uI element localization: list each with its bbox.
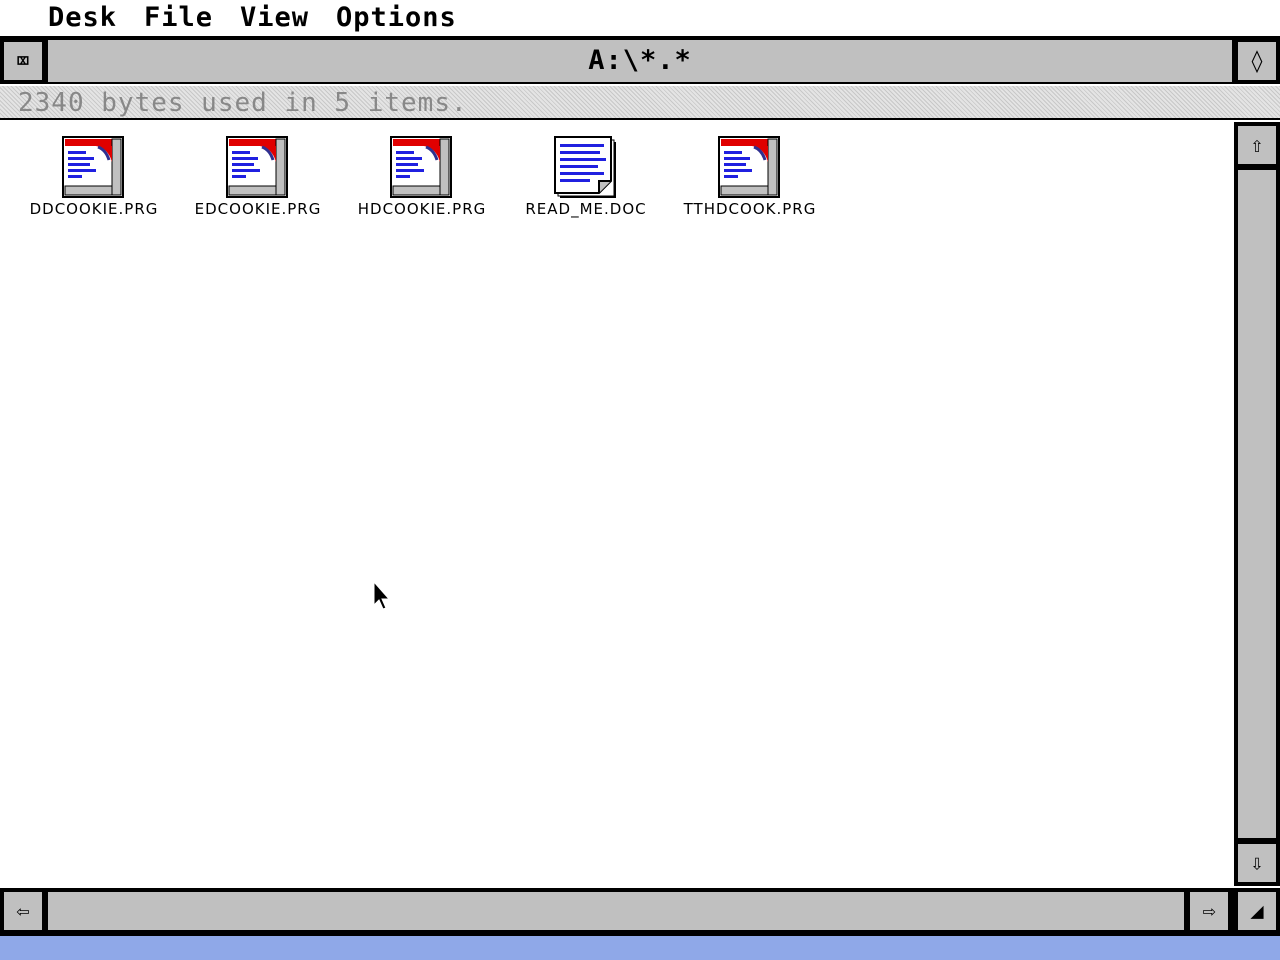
- file-label: EDCOOKIE.PRG: [194, 200, 322, 218]
- horizontal-scrollbar[interactable]: ⇦ ⇨ ◢: [0, 888, 1280, 934]
- fuller-icon: ◊: [1250, 48, 1264, 74]
- file-label: TTHDCOOK.PRG: [683, 200, 817, 218]
- file-label: READ_ME.DOC: [525, 200, 647, 218]
- file-icon-edcookie[interactable]: EDCOOKIE.PRG: [178, 136, 338, 222]
- file-icon-read-me[interactable]: READ_ME.DOC: [506, 136, 666, 222]
- directory-window: ⌧ A:\*.* ◊ 2340 bytes used in 5 items. D…: [0, 38, 1280, 936]
- resize-icon: ◢: [1250, 898, 1264, 924]
- mouse-pointer-icon: [373, 581, 391, 610]
- program-icon: [226, 136, 288, 198]
- menu-file[interactable]: File: [144, 0, 213, 36]
- close-box[interactable]: ⌧: [2, 40, 44, 82]
- program-icon: [62, 136, 124, 198]
- full-box[interactable]: ◊: [1236, 40, 1278, 82]
- file-icon-hdcookie[interactable]: HDCOOKIE.PRG: [342, 136, 502, 222]
- window-title[interactable]: A:\*.*: [48, 40, 1232, 82]
- arrow-left-icon: ⇦: [16, 898, 30, 924]
- title-bar[interactable]: ⌧ A:\*.* ◊: [0, 38, 1280, 84]
- file-icon-ddcookie[interactable]: DDCOOKIE.PRG: [14, 136, 174, 222]
- arrow-right-icon: ⇨: [1202, 898, 1216, 924]
- arrow-up-icon: ⇧: [1250, 132, 1264, 158]
- program-icon: [390, 136, 452, 198]
- scroll-right-button[interactable]: ⇨: [1188, 890, 1230, 932]
- size-box[interactable]: ◢: [1236, 890, 1278, 932]
- menu-options[interactable]: Options: [336, 0, 457, 36]
- vertical-scroll-track[interactable]: [1236, 168, 1278, 840]
- file-area[interactable]: DDCOOKIE.PRG EDCOOKIE.PRG HDCOOKIE.PRG R…: [2, 122, 1232, 886]
- arrow-down-icon: ⇩: [1250, 850, 1264, 876]
- info-line: 2340 bytes used in 5 items.: [0, 86, 1280, 120]
- menu-desk[interactable]: Desk: [48, 0, 117, 36]
- scroll-up-button[interactable]: ⇧: [1236, 124, 1278, 166]
- scroll-down-button[interactable]: ⇩: [1236, 842, 1278, 884]
- scroll-left-button[interactable]: ⇦: [2, 890, 44, 932]
- menu-view[interactable]: View: [240, 0, 309, 36]
- document-icon: [554, 136, 616, 198]
- horizontal-scroll-track[interactable]: [46, 890, 1186, 932]
- file-label: DDCOOKIE.PRG: [29, 200, 159, 218]
- close-icon: ⌧: [16, 48, 30, 74]
- file-label: HDCOOKIE.PRG: [357, 200, 487, 218]
- file-icon-tthdcook[interactable]: TTHDCOOK.PRG: [670, 136, 830, 222]
- program-icon: [718, 136, 780, 198]
- menu-bar: Desk File View Options: [0, 0, 1280, 38]
- vertical-scrollbar[interactable]: ⇧ ⇩: [1234, 122, 1280, 886]
